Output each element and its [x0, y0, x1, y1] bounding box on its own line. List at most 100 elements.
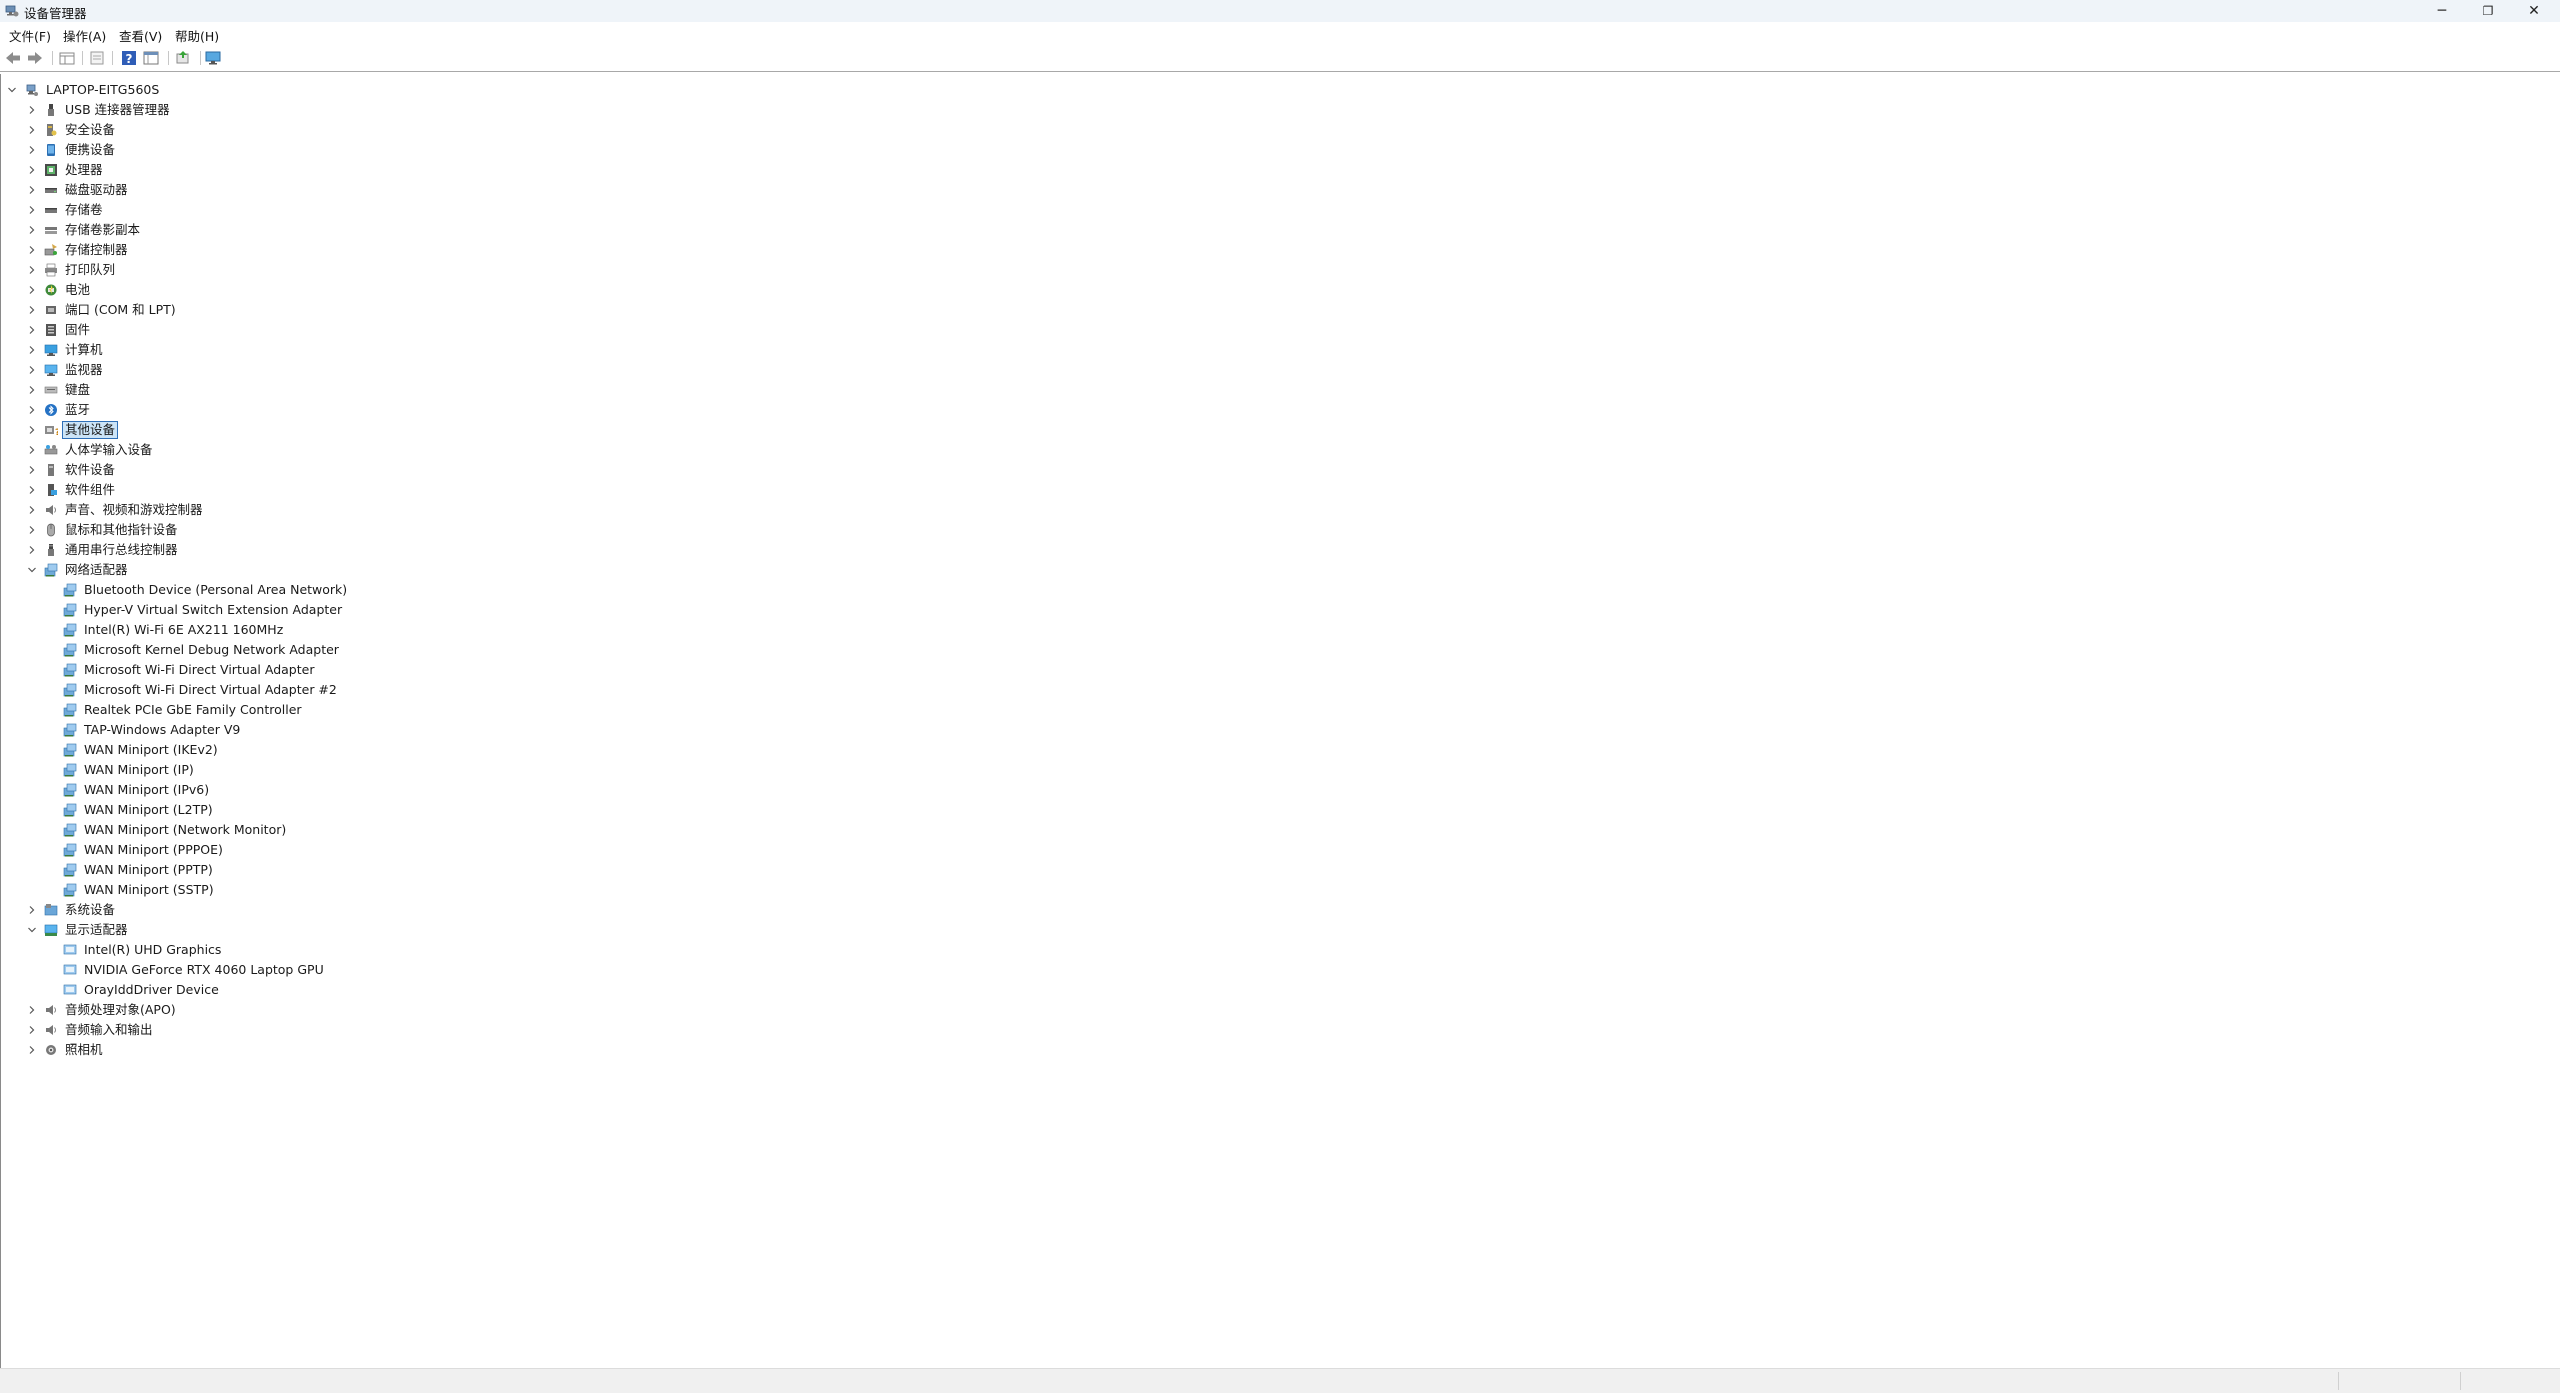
tree-device[interactable]: Realtek PCIe GbE Family Controller [1, 700, 601, 720]
tree-category[interactable]: 人体学输入设备 [1, 440, 601, 460]
tree-category[interactable]: 固件 [1, 320, 601, 340]
chevron-right-icon[interactable] [28, 1046, 36, 1054]
chevron-right-icon[interactable] [28, 306, 36, 314]
close-button[interactable]: ✕ [2512, 0, 2556, 22]
back-icon[interactable] [4, 49, 22, 67]
chevron-right-icon[interactable] [28, 226, 36, 234]
tree-category[interactable]: 处理器 [1, 160, 601, 180]
network-adapter-icon [63, 723, 77, 737]
device-tree[interactable]: LAPTOP-EITG560S USB 连接器管理器 安全设备 便携设备 处理器 磁盘驱动… [0, 74, 2560, 1368]
chevron-down-icon[interactable] [28, 566, 36, 574]
tree-device[interactable]: Intel(R) UHD Graphics [1, 940, 601, 960]
tree-device[interactable]: NVIDIA GeForce RTX 4060 Laptop GPU [1, 960, 601, 980]
tree-category[interactable]: 打印队列 [1, 260, 601, 280]
tree-category[interactable]: 鼠标和其他指针设备 [1, 520, 601, 540]
show-hide-tree-icon[interactable] [58, 49, 76, 67]
chevron-right-icon[interactable] [28, 346, 36, 354]
tree-device[interactable]: WAN Miniport (PPPOE) [1, 840, 601, 860]
forward-icon[interactable] [26, 49, 44, 67]
tree-device[interactable]: WAN Miniport (IP) [1, 760, 601, 780]
tree-category[interactable]: 通用串行总线控制器 [1, 540, 601, 560]
chevron-right-icon[interactable] [28, 186, 36, 194]
chevron-right-icon[interactable] [28, 526, 36, 534]
tree-item-label: 存储卷 [65, 202, 103, 217]
update-driver-icon[interactable] [174, 49, 192, 67]
window-title: 设备管理器 [24, 6, 87, 21]
tree-category[interactable]: 磁盘驱动器 [1, 180, 601, 200]
tree-category[interactable]: 便携设备 [1, 140, 601, 160]
tree-category[interactable]: 键盘 [1, 380, 601, 400]
menu-file[interactable]: 文件(F) [9, 26, 51, 45]
chevron-right-icon[interactable] [28, 246, 36, 254]
tree-device[interactable]: WAN Miniport (Network Monitor) [1, 820, 601, 840]
tree-category[interactable]: 网络适配器 [1, 560, 601, 580]
chevron-right-icon[interactable] [28, 386, 36, 394]
tree-device[interactable]: WAN Miniport (L2TP) [1, 800, 601, 820]
tree-category[interactable]: 安全设备 [1, 120, 601, 140]
tree-device[interactable]: TAP-Windows Adapter V9 [1, 720, 601, 740]
tree-category[interactable]: 存储卷影副本 [1, 220, 601, 240]
tree-device[interactable]: Microsoft Wi-Fi Direct Virtual Adapter [1, 660, 601, 680]
tree-category[interactable]: 音频输入和输出 [1, 1020, 601, 1040]
help-icon[interactable]: ? [120, 49, 138, 67]
tree-category[interactable]: 计算机 [1, 340, 601, 360]
tree-category[interactable]: 监视器 [1, 360, 601, 380]
tree-device[interactable]: Microsoft Kernel Debug Network Adapter [1, 640, 601, 660]
chevron-down-icon[interactable] [8, 86, 16, 94]
tree-device[interactable]: Bluetooth Device (Personal Area Network) [1, 580, 601, 600]
chevron-right-icon[interactable] [28, 106, 36, 114]
tree-device[interactable]: Microsoft Wi-Fi Direct Virtual Adapter #… [1, 680, 601, 700]
tree-category[interactable]: ?其他设备 [1, 420, 601, 440]
monitor-icon[interactable] [204, 49, 222, 67]
tree-category[interactable]: 电池 [1, 280, 601, 300]
chevron-right-icon[interactable] [28, 366, 36, 374]
chevron-right-icon[interactable] [28, 266, 36, 274]
usb-controller-icon [48, 544, 54, 556]
menu-view[interactable]: 查看(V) [119, 26, 162, 45]
tree-root[interactable]: LAPTOP-EITG560S [1, 80, 601, 100]
menu-help[interactable]: 帮助(H) [175, 26, 219, 45]
tree-category[interactable]: 蓝牙 [1, 400, 601, 420]
tree-category[interactable]: 端口 (COM 和 LPT) [1, 300, 601, 320]
chevron-right-icon[interactable] [28, 326, 36, 334]
chevron-right-icon[interactable] [28, 466, 36, 474]
tree-device[interactable]: Hyper-V Virtual Switch Extension Adapter [1, 600, 601, 620]
tree-category[interactable]: 照相机 [1, 1040, 601, 1060]
tree-category[interactable]: 存储控制器 [1, 240, 601, 260]
tree-category[interactable]: 音频处理对象(APO) [1, 1000, 601, 1020]
chevron-right-icon[interactable] [28, 906, 36, 914]
chevron-right-icon[interactable] [28, 1026, 36, 1034]
tree-device[interactable]: Intel(R) Wi-Fi 6E AX211 160MHz [1, 620, 601, 640]
tree-category[interactable]: 软件组件 [1, 480, 601, 500]
tree-category[interactable]: 声音、视频和游戏控制器 [1, 500, 601, 520]
tree-device[interactable]: WAN Miniport (IPv6) [1, 780, 601, 800]
menu-action[interactable]: 操作(A) [63, 26, 106, 45]
tree-category[interactable]: USB 连接器管理器 [1, 100, 601, 120]
tree-item-label: 打印队列 [65, 262, 116, 277]
tree-device[interactable]: WAN Miniport (PPTP) [1, 860, 601, 880]
chevron-right-icon[interactable] [28, 506, 36, 514]
tree-category[interactable]: 软件设备 [1, 460, 601, 480]
tree-category[interactable]: 存储卷 [1, 200, 601, 220]
chevron-right-icon[interactable] [28, 286, 36, 294]
chevron-right-icon[interactable] [28, 426, 36, 434]
tree-device[interactable]: WAN Miniport (IKEv2) [1, 740, 601, 760]
chevron-right-icon[interactable] [28, 406, 36, 414]
chevron-right-icon[interactable] [28, 126, 36, 134]
chevron-right-icon[interactable] [28, 206, 36, 214]
tree-device[interactable]: OrayIddDriver Device [1, 980, 601, 1000]
chevron-right-icon[interactable] [28, 166, 36, 174]
chevron-right-icon[interactable] [28, 146, 36, 154]
properties-icon[interactable] [88, 49, 106, 67]
chevron-right-icon[interactable] [28, 1006, 36, 1014]
view-icon[interactable] [142, 49, 160, 67]
tree-category[interactable]: 显示适配器 [1, 920, 601, 940]
chevron-down-icon[interactable] [28, 926, 36, 934]
minimize-button[interactable]: ─ [2420, 0, 2464, 22]
chevron-right-icon[interactable] [28, 546, 36, 554]
tree-category[interactable]: 系统设备 [1, 900, 601, 920]
chevron-right-icon[interactable] [28, 446, 36, 454]
restore-button[interactable]: ❐ [2466, 0, 2510, 22]
chevron-right-icon[interactable] [28, 486, 36, 494]
tree-device[interactable]: WAN Miniport (SSTP) [1, 880, 601, 900]
